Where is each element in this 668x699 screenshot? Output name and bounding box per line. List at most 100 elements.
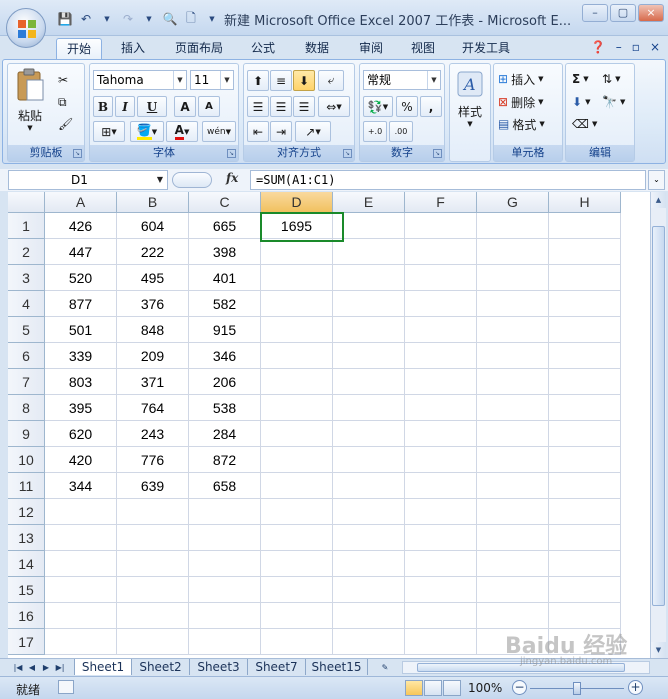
cell-b2[interactable]: 222 (117, 239, 189, 265)
cell-g15[interactable] (477, 577, 549, 603)
fill-color-button[interactable]: 🪣 ▼ (130, 121, 164, 142)
cell-b4[interactable]: 376 (117, 291, 189, 317)
column-header-g[interactable]: G (477, 192, 549, 213)
cell-e11[interactable] (333, 473, 405, 499)
cell-d14[interactable] (261, 551, 333, 577)
first-sheet-icon[interactable]: |◀ (12, 661, 24, 674)
cell-b3[interactable]: 495 (117, 265, 189, 291)
vertical-scrollbar[interactable]: ▲ ▼ (650, 192, 666, 658)
align-center-button[interactable]: ☰ (270, 96, 292, 117)
name-box-dropdown-icon[interactable]: ▼ (157, 171, 163, 189)
cell-a3[interactable]: 520 (45, 265, 117, 291)
cell-a2[interactable]: 447 (45, 239, 117, 265)
cell-h10[interactable] (549, 447, 621, 473)
row-header-2[interactable]: 2 (8, 239, 45, 265)
cell-a6[interactable]: 339 (45, 343, 117, 369)
cell-e17[interactable] (333, 629, 405, 655)
column-header-c[interactable]: C (189, 192, 261, 213)
cell-g13[interactable] (477, 525, 549, 551)
align-middle-button[interactable]: ≡ (270, 70, 292, 91)
worksheet-grid[interactable]: ABCDEFGH 1 2 3 4 5 6 7 8 9 10 11 12 13 14 15 16 17 426 60… (8, 192, 650, 658)
cell-f15[interactable] (405, 577, 477, 603)
cell-f4[interactable] (405, 291, 477, 317)
cell-d8[interactable] (261, 395, 333, 421)
cell-a11[interactable]: 344 (45, 473, 117, 499)
tab-developer[interactable]: 开发工具 (452, 38, 520, 60)
select-all-corner[interactable] (8, 192, 45, 213)
clipboard-launcher-icon[interactable]: ↘ (73, 149, 82, 158)
cell-g9[interactable] (477, 421, 549, 447)
cell-d7[interactable] (261, 369, 333, 395)
cell-d1[interactable]: 1695 (261, 213, 333, 239)
macro-record-icon[interactable] (58, 680, 74, 694)
column-header-b[interactable]: B (117, 192, 189, 213)
orientation-button[interactable]: ↗ ▼ (295, 121, 331, 142)
cell-a14[interactable] (45, 551, 117, 577)
cell-h1[interactable] (549, 213, 621, 239)
column-header-a[interactable]: A (45, 192, 117, 213)
tab-formulas[interactable]: 公式 (240, 38, 286, 60)
zoom-in-icon[interactable]: + (628, 680, 643, 695)
sheet-tab-sheet7[interactable]: Sheet7 (248, 659, 306, 675)
tab-page-layout[interactable]: 页面布局 (166, 38, 232, 60)
zoom-slider-thumb[interactable] (573, 682, 581, 695)
scroll-down-icon[interactable]: ▼ (651, 642, 666, 658)
cell-g8[interactable] (477, 395, 549, 421)
align-left-button[interactable]: ☰ (247, 96, 269, 117)
cell-h11[interactable] (549, 473, 621, 499)
phonetic-button[interactable]: wén ▼ (202, 121, 236, 142)
number-format-combo[interactable]: 常规 ▼ (363, 70, 441, 90)
cell-h16[interactable] (549, 603, 621, 629)
cell-c4[interactable]: 582 (189, 291, 261, 317)
cell-e5[interactable] (333, 317, 405, 343)
cell-f5[interactable] (405, 317, 477, 343)
styles-dropdown-icon[interactable]: ▼ (453, 120, 487, 128)
cell-g4[interactable] (477, 291, 549, 317)
tab-insert[interactable]: 插入 (110, 38, 156, 60)
cell-e12[interactable] (333, 499, 405, 525)
cell-b6[interactable]: 209 (117, 343, 189, 369)
cell-c7[interactable]: 206 (189, 369, 261, 395)
minimize-button[interactable]: – (582, 4, 608, 22)
cell-h2[interactable] (549, 239, 621, 265)
next-sheet-icon[interactable]: ▶ (40, 661, 52, 674)
cell-e6[interactable] (333, 343, 405, 369)
ribbon-minimize-icon[interactable]: – (616, 40, 622, 54)
cell-e2[interactable] (333, 239, 405, 265)
decrease-decimal-button[interactable]: .00 (389, 121, 413, 142)
cell-f17[interactable] (405, 629, 477, 655)
shrink-font-button[interactable]: A (198, 96, 220, 117)
cell-e1[interactable] (333, 213, 405, 239)
cell-c5[interactable]: 915 (189, 317, 261, 343)
zoom-out-icon[interactable]: − (512, 680, 527, 695)
align-top-button[interactable]: ⬆ (247, 70, 269, 91)
cell-d2[interactable] (261, 239, 333, 265)
autosum-button[interactable]: Σ ▼ (572, 69, 589, 89)
cell-b12[interactable] (117, 499, 189, 525)
cell-c10[interactable]: 872 (189, 447, 261, 473)
cell-g12[interactable] (477, 499, 549, 525)
cell-b9[interactable]: 243 (117, 421, 189, 447)
tab-home[interactable]: 开始 (56, 38, 102, 60)
cell-a13[interactable] (45, 525, 117, 551)
align-right-button[interactable]: ☰ (293, 96, 315, 117)
row-header-9[interactable]: 9 (8, 421, 45, 447)
cell-h4[interactable] (549, 291, 621, 317)
italic-button[interactable]: I (115, 96, 135, 117)
cell-c15[interactable] (189, 577, 261, 603)
decrease-indent-button[interactable]: ⇤ (247, 121, 269, 142)
phonetic-dropdown-icon[interactable]: ▼ (226, 128, 231, 136)
merge-dropdown-icon[interactable]: ▼ (336, 103, 341, 111)
cell-a5[interactable]: 501 (45, 317, 117, 343)
paste-dropdown-icon[interactable]: ▼ (12, 124, 48, 132)
accounting-dropdown-icon[interactable]: ▼ (383, 103, 388, 111)
name-box[interactable]: D1 ▼ (8, 170, 168, 190)
sort-filter-button[interactable]: ⇅ ▼ (602, 69, 620, 89)
number-launcher-icon[interactable]: ↘ (433, 149, 442, 158)
cell-c13[interactable] (189, 525, 261, 551)
row-header-7[interactable]: 7 (8, 369, 45, 395)
cell-e4[interactable] (333, 291, 405, 317)
row-header-14[interactable]: 14 (8, 551, 45, 577)
clear-button[interactable]: ⌫ ▼ (572, 114, 597, 134)
number-format-dropdown-icon[interactable]: ▼ (427, 71, 440, 89)
